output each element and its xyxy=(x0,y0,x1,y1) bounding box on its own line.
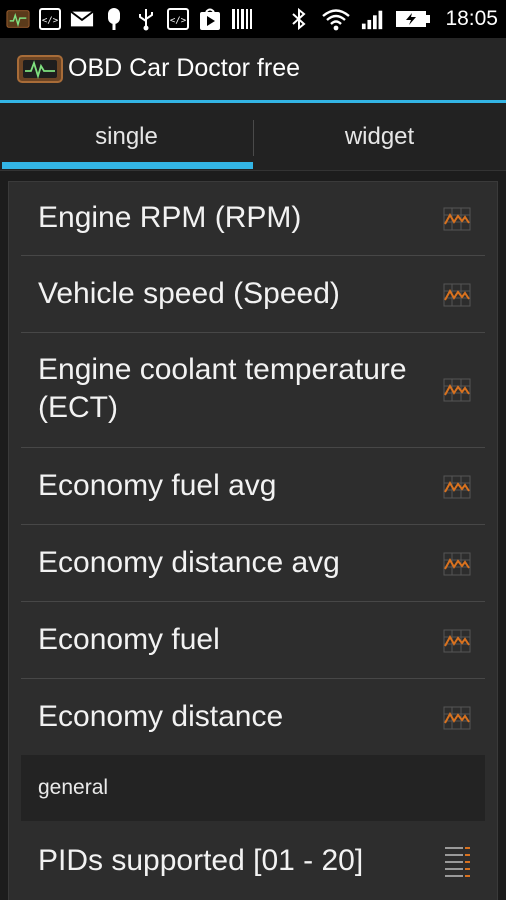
graph-icon[interactable] xyxy=(443,475,471,499)
signal-icon xyxy=(361,7,385,31)
play-store-icon xyxy=(198,7,222,31)
app-title: OBD Car Doctor free xyxy=(68,54,301,82)
graph-icon[interactable] xyxy=(443,378,471,402)
selected-tab-indicator xyxy=(2,162,253,169)
notification-icons: </> </> xyxy=(6,6,254,32)
action-bar: OBD Car Doctor free xyxy=(0,38,506,100)
list-item-label: Economy distance xyxy=(38,700,284,733)
system-icons: 18:05 xyxy=(287,6,498,32)
section-header-label: general xyxy=(38,776,109,799)
list-item[interactable]: Economy fuel xyxy=(9,602,497,678)
usb-icon xyxy=(134,7,158,31)
popsicle-icon xyxy=(102,7,126,31)
list-item[interactable]: Engine coolant temperature (ECT) xyxy=(9,333,497,447)
barcode-icon xyxy=(230,7,254,31)
wifi-icon xyxy=(321,7,351,31)
tab-widget[interactable]: widget xyxy=(253,103,506,171)
list-item[interactable]: Vehicle speed (Speed) xyxy=(9,256,497,332)
section-header-general: general xyxy=(21,755,485,821)
car-doctor-logo-icon[interactable] xyxy=(16,52,64,86)
list-item-label: Economy fuel xyxy=(38,623,220,656)
list-item-label: Economy distance avg xyxy=(38,546,340,579)
list-item[interactable]: Economy distance avg xyxy=(9,525,497,601)
graph-icon[interactable] xyxy=(443,552,471,576)
status-bar: </> </> 18:05 xyxy=(0,0,506,38)
graph-icon[interactable] xyxy=(443,629,471,653)
graph-icon[interactable] xyxy=(443,207,471,231)
pid-list: Engine RPM (RPM) Vehicle speed (Speed) E… xyxy=(8,181,498,900)
list-item-label: Economy fuel avg xyxy=(38,469,277,502)
battery-icon xyxy=(395,7,431,31)
list-icon[interactable] xyxy=(443,844,471,878)
app-notification-icon xyxy=(6,7,30,31)
list-item-label: Engine coolant temperature xyxy=(38,353,407,386)
graph-icon[interactable] xyxy=(443,706,471,730)
list-item[interactable]: Economy fuel avg xyxy=(9,448,497,524)
clock: 18:05 xyxy=(445,7,498,30)
list-item[interactable]: Economy distance xyxy=(9,679,497,755)
bluetooth-icon xyxy=(287,7,311,31)
tab-bar: single widget xyxy=(0,103,506,171)
list-item-label: Vehicle speed (Speed) xyxy=(38,277,340,310)
list-item-label-line-2: (ECT) xyxy=(38,391,118,424)
tab-bar-bottom-line xyxy=(0,170,506,171)
svg-text:</>: </> xyxy=(170,16,187,26)
tab-single[interactable]: single xyxy=(0,103,253,171)
list-item[interactable]: PIDs supported [01 - 20] xyxy=(9,822,497,900)
list-item-label: Engine RPM (RPM) xyxy=(38,201,302,234)
code-icon: </> xyxy=(38,7,62,31)
graph-icon[interactable] xyxy=(443,283,471,307)
list-item[interactable]: Engine RPM (RPM) xyxy=(9,182,497,255)
svg-text:</>: </> xyxy=(42,16,59,26)
mail-icon xyxy=(70,7,94,31)
list-item-label: PIDs supported [01 - 20] xyxy=(38,844,364,877)
code-icon: </> xyxy=(166,7,190,31)
